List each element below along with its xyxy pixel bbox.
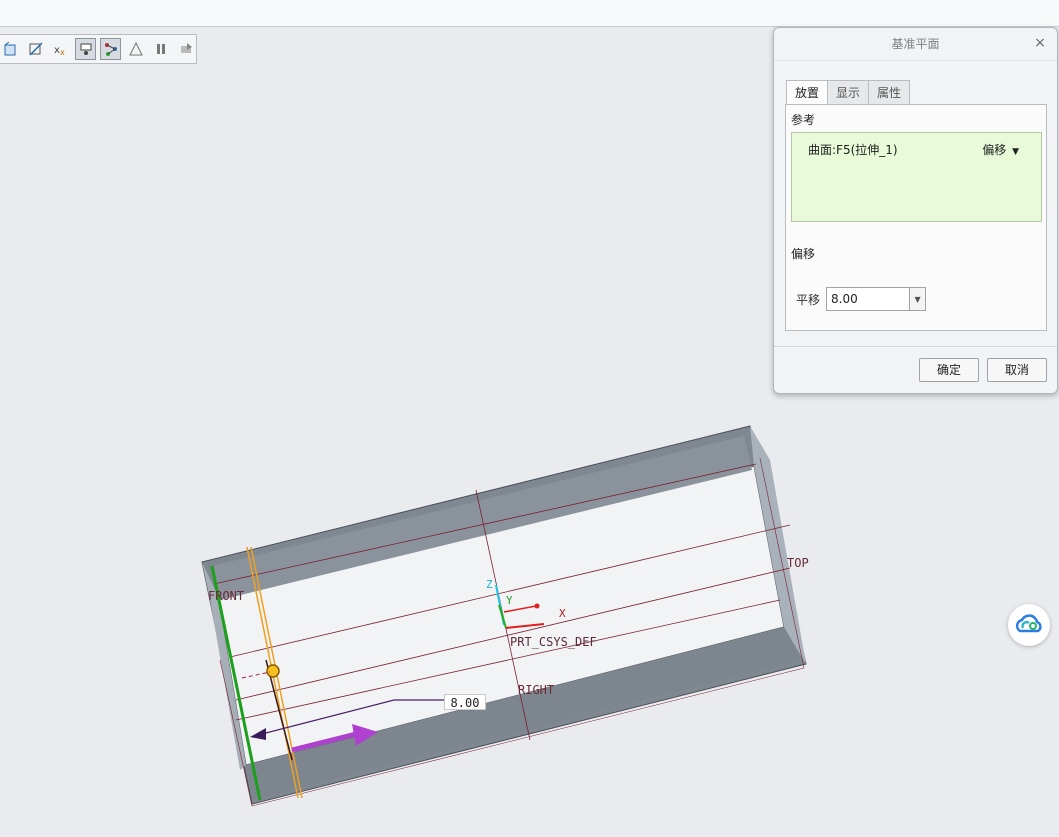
dialog-title: 基准平面	[774, 28, 1057, 61]
dialog-separator	[774, 346, 1057, 347]
chevron-down-icon: ▼	[1012, 147, 1019, 157]
tab-placement[interactable]: 放置	[786, 80, 829, 106]
placement-panel: 参考 曲面:F5(拉伸_1) 偏移 ▼ 偏移 平移 8.00 ▼	[785, 104, 1047, 331]
datum-plane-dialog: 基准平面 × 放置 显示 属性 参考 曲面:F5(拉伸_1) 偏移 ▼ 偏移 平…	[773, 27, 1058, 394]
translate-dropdown-button[interactable]: ▼	[910, 287, 927, 311]
tab-display[interactable]: 显示	[827, 80, 870, 104]
label-axis-y: Y	[506, 594, 513, 607]
label-axis-z: Z	[486, 578, 493, 591]
chevron-down-icon: ▼	[914, 294, 921, 304]
label-axis-x: X	[559, 607, 566, 620]
label-right: RIGHT	[518, 683, 555, 697]
offset-section-label: 偏移	[791, 247, 816, 261]
datum-axis-display-icon[interactable]	[25, 38, 46, 60]
close-icon[interactable]: ×	[1033, 36, 1047, 50]
feature-preview-icon[interactable]	[175, 38, 196, 60]
svg-text:x: x	[60, 48, 65, 57]
view-toolbar: xx	[0, 34, 197, 64]
references-label: 参考	[791, 113, 816, 127]
label-csys: PRT_CSYS_DEF	[510, 635, 597, 649]
translate-value-input[interactable]: 8.00	[826, 287, 911, 311]
cancel-button[interactable]: 取消	[987, 358, 1047, 382]
spin-center-icon[interactable]	[100, 38, 121, 60]
label-top: TOP	[787, 556, 809, 570]
translate-row: 平移 8.00 ▼	[796, 287, 927, 311]
tab-properties[interactable]: 属性	[868, 80, 911, 104]
datum-plane-display-icon[interactable]	[0, 38, 21, 60]
drag-handle[interactable]	[266, 664, 280, 678]
translate-label: 平移	[796, 292, 821, 307]
pause-icon[interactable]	[150, 38, 171, 60]
dimension-value[interactable]: 8.00	[444, 694, 486, 710]
ok-button[interactable]: 确定	[919, 358, 979, 382]
dialog-tabs: 放置 显示 属性	[786, 80, 911, 106]
cloud-sync-icon[interactable]	[1008, 604, 1050, 646]
reference-constraint-label: 偏移	[982, 143, 1007, 157]
reference-constraint-select[interactable]: 偏移 ▼	[982, 141, 1019, 158]
top-ribbon-strip	[0, 0, 1059, 27]
references-list[interactable]: 曲面:F5(拉伸_1) 偏移 ▼	[791, 132, 1042, 222]
csys-display-icon[interactable]	[75, 38, 96, 60]
annotation-display-icon[interactable]	[125, 38, 146, 60]
reference-item[interactable]: 曲面:F5(拉伸_1)	[808, 141, 898, 158]
csys-x-end	[534, 603, 540, 609]
datum-point-display-icon[interactable]: xx	[50, 38, 71, 60]
label-front: FRONT	[208, 589, 245, 603]
